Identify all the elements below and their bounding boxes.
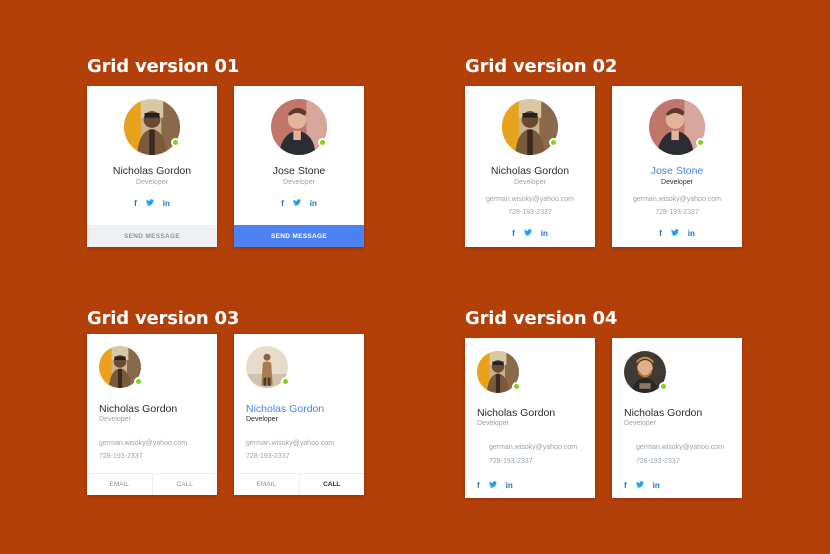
facebook-icon[interactable]: f (281, 199, 284, 208)
profile-email[interactable]: german.wisoky@yahoo.com (246, 440, 334, 447)
twitter-icon[interactable] (670, 229, 679, 238)
avatar (124, 99, 180, 155)
profile-role: Developer (283, 179, 315, 186)
facebook-icon[interactable]: f (659, 229, 662, 238)
profile-card: Nicholas Gordon Developer german.wisoky@… (87, 334, 217, 495)
twitter-icon[interactable] (488, 481, 497, 490)
linkedin-icon[interactable]: in (310, 199, 317, 208)
profile-email[interactable]: german.wisoky@yahoo.com (99, 440, 187, 447)
send-message-button[interactable]: SEND MESSAGE (234, 225, 364, 247)
profile-role: Developer (514, 179, 546, 186)
profile-name: Nicholas Gordon (112, 165, 192, 177)
avatar (271, 99, 327, 155)
profile-phone: 728-193-2337 (99, 453, 143, 460)
card-actions: EMAIL CALL (87, 473, 217, 495)
profile-phone: 728-193-2337 (489, 458, 533, 465)
linkedin-icon[interactable]: in (653, 481, 660, 490)
profile-name: Nicholas Gordon (477, 407, 556, 419)
profile-name: Jose Stone (272, 165, 326, 177)
profile-name: Nicholas Gordon (99, 403, 178, 415)
email-button[interactable]: EMAIL (87, 474, 153, 495)
email-button[interactable]: EMAIL (234, 474, 300, 495)
linkedin-icon[interactable]: in (163, 199, 170, 208)
profile-email[interactable]: german.wisoky@yahoo.com (612, 196, 742, 203)
profile-name-link[interactable]: Jose Stone (612, 165, 742, 177)
online-status-icon (512, 382, 521, 391)
online-status-icon (696, 138, 705, 147)
twitter-icon[interactable] (145, 199, 154, 208)
profile-card: Nicholas Gordon Developer german.wisoky@… (465, 86, 595, 247)
linkedin-icon[interactable]: in (688, 229, 695, 238)
social-links: f in (87, 199, 217, 208)
profile-email[interactable]: german.wisoky@yahoo.com (465, 196, 595, 203)
linkedin-icon[interactable]: in (506, 481, 513, 490)
avatar (477, 351, 521, 393)
avatar (649, 99, 705, 155)
profile-role: Developer (477, 420, 509, 427)
profile-card: Jose Stone Developer f in SEND MESSAGE (234, 86, 364, 247)
avatar (246, 346, 290, 388)
facebook-icon[interactable]: f (624, 481, 627, 490)
avatar (624, 351, 668, 393)
section-title-grid-04: Grid version 04 (465, 308, 618, 329)
section-title-grid-02: Grid version 02 (465, 56, 618, 77)
profile-phone: 728-193-2337 (636, 458, 680, 465)
profile-role: Developer (246, 416, 278, 423)
online-status-icon (659, 382, 668, 391)
online-status-icon (318, 138, 327, 147)
profile-card: Nicholas Gordon Developer f in SEND MESS… (87, 86, 217, 247)
social-links: f in (612, 229, 742, 238)
online-status-icon (134, 377, 143, 386)
call-button[interactable]: CALL (300, 474, 365, 495)
profile-card: Nicholas Gordon Developer german.wisoky@… (234, 334, 364, 495)
twitter-icon[interactable] (635, 481, 644, 490)
profile-phone: 728-193-2337 (655, 209, 699, 216)
social-links: f in (477, 481, 513, 490)
send-message-button[interactable]: SEND MESSAGE (87, 225, 217, 247)
profile-name-link[interactable]: Nicholas Gordon (246, 403, 324, 415)
profile-phone: 728-193-2337 (508, 209, 552, 216)
call-button[interactable]: CALL (153, 474, 218, 495)
profile-role: Developer (136, 179, 168, 186)
profile-card: Nicholas Gordon Developer german.wisoky@… (465, 338, 595, 498)
twitter-icon[interactable] (292, 199, 301, 208)
social-links: f in (465, 229, 595, 238)
profile-card: Jose Stone Developer german.wisoky@yahoo… (612, 86, 742, 247)
social-links: f in (624, 481, 660, 490)
online-status-icon (281, 377, 290, 386)
profile-phone: 728-193-2337 (246, 453, 290, 460)
card-actions: EMAIL CALL (234, 473, 364, 495)
profile-email[interactable]: german.wisoky@yahoo.com (489, 444, 577, 451)
profile-name: Nicholas Gordon (490, 165, 570, 177)
profile-name: Nicholas Gordon (624, 407, 703, 419)
online-status-icon (549, 138, 558, 147)
linkedin-icon[interactable]: in (541, 229, 548, 238)
avatar (502, 99, 558, 155)
social-links: f in (234, 199, 364, 208)
section-title-grid-03: Grid version 03 (87, 308, 240, 329)
profile-role: Developer (624, 420, 656, 427)
twitter-icon[interactable] (523, 229, 532, 238)
avatar (99, 346, 143, 388)
facebook-icon[interactable]: f (477, 481, 480, 490)
profile-email[interactable]: german.wisoky@yahoo.com (636, 444, 724, 451)
facebook-icon[interactable]: f (512, 229, 515, 238)
online-status-icon (171, 138, 180, 147)
facebook-icon[interactable]: f (134, 199, 137, 208)
profile-role: Developer (661, 179, 693, 186)
profile-role: Developer (99, 416, 131, 423)
profile-card: Nicholas Gordon Developer german.wisoky@… (612, 338, 742, 498)
section-title-grid-01: Grid version 01 (87, 56, 240, 77)
